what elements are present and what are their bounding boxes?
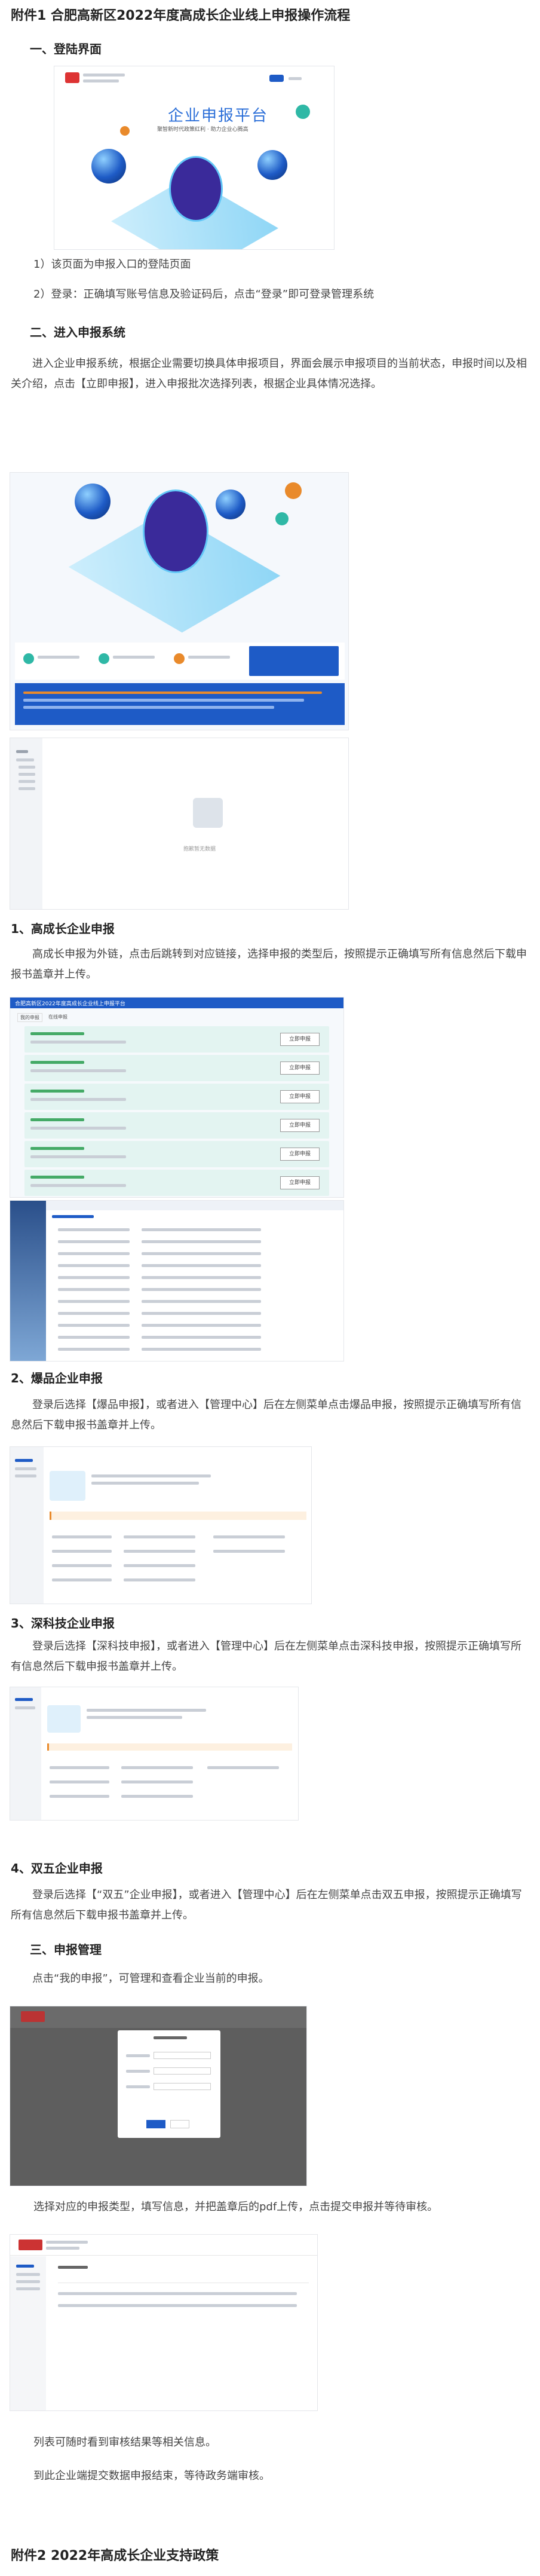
list-item: 立即申报 xyxy=(24,1084,329,1110)
step-2-text: 2）登录：正确填写账号信息及验证码后，点击“登录”即可登录管理系统 xyxy=(33,288,375,301)
deeptech-text: 登录后选择【深科技申报】，或者进入【管理中心】后在左侧菜单点击深科技申报，按照提… xyxy=(11,1640,521,1673)
building-photo xyxy=(10,1201,46,1361)
modal-submit-button[interactable] xyxy=(146,2120,165,2128)
section-heading-growth: 1、高成长企业申报 xyxy=(11,922,115,936)
empty-box-icon xyxy=(193,798,223,828)
list-item: 立即申报 xyxy=(24,1055,329,1081)
growth-screenshot: 合肥高新区2022年度高成长企业线上申报平台 我的申报 在线申报 立即申报 立即… xyxy=(10,997,344,1198)
growth-text: 高成长申报为外链，点击后跳转到对应链接，选择申报的类型后，按照提示正确填写所有信… xyxy=(11,948,527,981)
manage-upload-text: 选择对应的申报类型，填写信息，并把盖章后的pdf上传，点击提交申报并等待审核。 xyxy=(33,2201,438,2213)
apply-button[interactable]: 立即申报 xyxy=(280,1033,320,1046)
section-heading-hot: 2、爆品企业申报 xyxy=(11,1371,103,1385)
apply-button[interactable]: 立即申报 xyxy=(280,1119,320,1132)
list-item: 立即申报 xyxy=(24,1170,329,1196)
deeptech-screenshot xyxy=(10,1687,299,1821)
core-ring xyxy=(169,156,223,222)
double-five-text: 登录后选择【“双五”企业申报】，或者进入【管理中心】后在左侧菜单点击双五申报，按… xyxy=(11,1889,522,1922)
system-screenshot xyxy=(10,472,349,730)
review-text: 列表可随时看到审核结果等相关信息。 xyxy=(33,2436,216,2449)
active-project-card[interactable] xyxy=(249,646,339,676)
list-item: 立即申报 xyxy=(24,1141,329,1167)
tab-online-apply[interactable]: 在线申报 xyxy=(46,1013,70,1021)
growth-form-screenshot xyxy=(10,1200,344,1362)
apply-button[interactable]: 立即申报 xyxy=(280,1176,320,1189)
step-1-text: 1）该页面为申报入口的登陆页面 xyxy=(33,258,191,271)
finish-text: 到此企业端提交数据申报结束，等待政务端审核。 xyxy=(33,2470,270,2482)
section-heading-login: 一、登陆界面 xyxy=(30,42,102,56)
attachment-2-title: 附件2 2022年高成长企业支持政策 xyxy=(11,2549,219,2563)
sphere-left xyxy=(91,149,126,183)
tab-my-apply[interactable]: 我的申报 xyxy=(17,1013,42,1022)
project-info-bar xyxy=(15,683,345,725)
apply-button[interactable]: 立即申报 xyxy=(280,1090,320,1103)
section-heading-deeptech: 3、深科技企业申报 xyxy=(11,1616,115,1630)
app-header: 合肥高新区2022年度高成长企业线上申报平台 xyxy=(10,998,343,1008)
empty-text: 抱歉暂无数据 xyxy=(183,846,216,852)
list-item: 立即申报 xyxy=(24,1112,329,1139)
hot-screenshot xyxy=(10,1446,312,1604)
modal-dialog xyxy=(118,2030,220,2138)
manage-text: 点击“我的申报”，可管理和查看企业当前的申报。 xyxy=(32,1972,269,1985)
apply-button[interactable]: 立即申报 xyxy=(280,1148,320,1161)
empty-list-screenshot: 抱歉暂无数据 xyxy=(10,738,349,910)
platform-slogan: 聚智新时代政策红利 · 助力企业心腾高 xyxy=(157,127,248,133)
sidebar xyxy=(10,738,42,909)
manage-list-screenshot xyxy=(10,2234,318,2411)
hot-text: 登录后选择【爆品申报】，或者进入【管理中心】后在左侧菜单点击爆品申报，按照提示正… xyxy=(11,1399,521,1431)
platform-title: 企业申报平台 xyxy=(168,107,269,125)
page-title: 附件1 合肥高新区2022年度高成长企业线上申报操作流程 xyxy=(11,8,351,23)
apply-button[interactable]: 立即申报 xyxy=(280,1061,320,1075)
sphere-right xyxy=(257,150,287,180)
section-heading-double-five: 4、双五企业申报 xyxy=(11,1861,103,1876)
list-item: 立即申报 xyxy=(24,1026,329,1053)
manage-modal-screenshot xyxy=(10,2006,307,2186)
section-heading-manage: 三、申报管理 xyxy=(30,1942,102,1957)
logo xyxy=(65,72,79,83)
login-button[interactable] xyxy=(269,75,284,82)
section-heading-system: 二、进入申报系统 xyxy=(30,325,125,339)
modal-cancel-button[interactable] xyxy=(170,2120,189,2128)
login-screenshot: 企业申报平台 聚智新时代政策红利 · 助力企业心腾高 xyxy=(54,66,335,250)
system-text: 进入企业申报系统，根据企业需要切换具体申报项目，界面会展示申报项目的当前状态，申… xyxy=(11,357,527,390)
project-cards xyxy=(15,643,345,680)
